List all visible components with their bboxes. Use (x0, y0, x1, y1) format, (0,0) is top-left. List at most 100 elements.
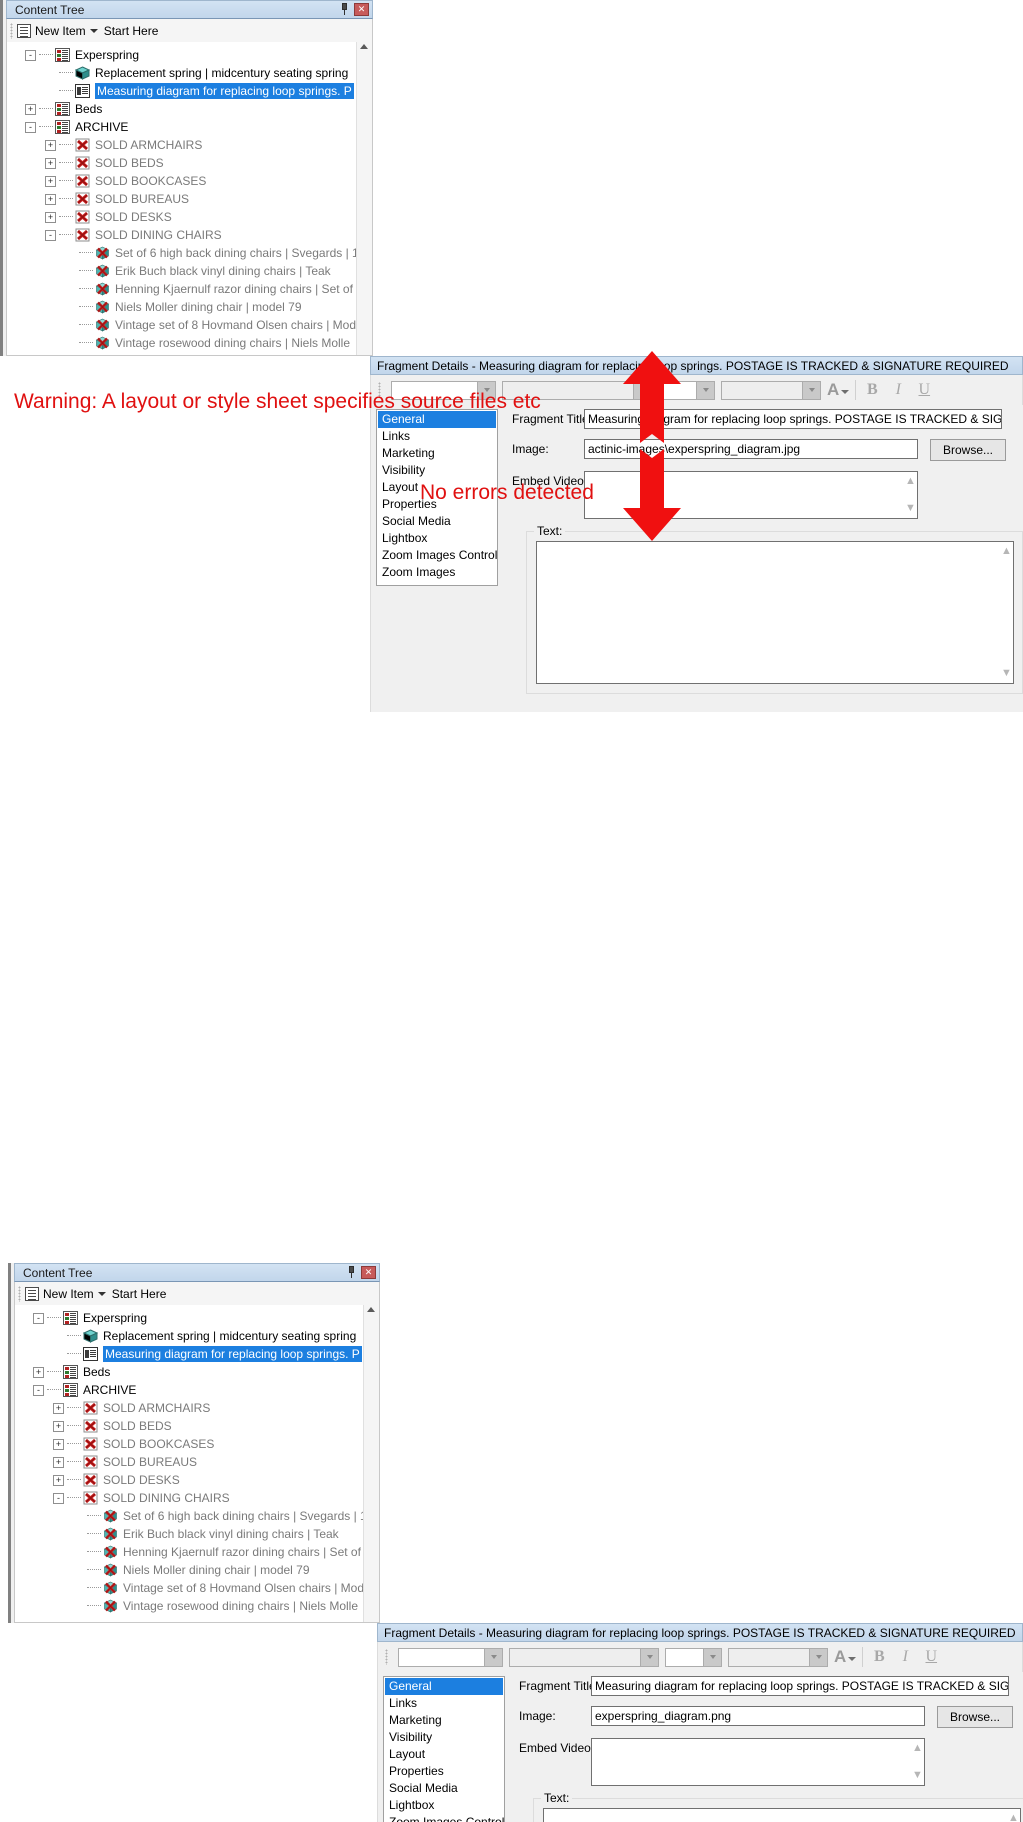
expand-toggle-icon[interactable]: + (45, 175, 56, 187)
nav-item-lightbox[interactable]: Lightbox (385, 1797, 503, 1814)
expand-toggle-icon[interactable]: + (53, 1402, 64, 1414)
scroll-down-icon[interactable]: ▼ (905, 503, 916, 514)
expand-toggle-icon[interactable]: + (45, 193, 56, 205)
bold-button[interactable]: B (869, 1646, 889, 1668)
expand-toggle-icon[interactable]: + (45, 211, 56, 223)
extra-combo[interactable] (721, 380, 821, 400)
tree-node[interactable]: + Beds (7, 100, 372, 118)
tree-node[interactable]: Measuring diagram for replacing loop spr… (7, 82, 372, 100)
scroll-up-icon[interactable] (367, 1307, 375, 1312)
image-input[interactable]: experspring_diagram.png (591, 1706, 925, 1726)
nav-item-visibility[interactable]: Visibility (378, 462, 496, 479)
tree-node[interactable]: Measuring diagram for replacing loop spr… (15, 1345, 379, 1363)
tree-node[interactable]: Vintage rosewood dining chairs | Niels M… (7, 334, 372, 352)
chevron-down-icon[interactable] (809, 1648, 827, 1666)
text-textarea[interactable]: ▲ ▼ (543, 1808, 1021, 1822)
tree-node[interactable]: Henning Kjaernulf razor dining chairs | … (7, 280, 372, 298)
tree-node[interactable]: + SOLD BEDS (15, 1417, 379, 1435)
toolbar-grip[interactable] (10, 22, 13, 39)
tree-node[interactable]: + SOLD ARMCHAIRS (7, 136, 372, 154)
tree-node[interactable]: Niels Moller dining chair | model 79 (7, 298, 372, 316)
tree-node[interactable]: - Experspring (15, 1309, 379, 1327)
chevron-down-icon[interactable] (89, 28, 98, 33)
tree-node[interactable]: - ARCHIVE (15, 1381, 379, 1399)
expand-toggle-icon[interactable]: + (53, 1474, 64, 1486)
tree-node[interactable]: Erik Buch black vinyl dining chairs | Te… (7, 262, 372, 280)
paragraph-style-combo[interactable] (398, 1647, 503, 1667)
tree-node[interactable]: + SOLD BOOKCASES (15, 1435, 379, 1453)
expand-toggle-icon[interactable]: + (53, 1420, 64, 1432)
nav-item-marketing[interactable]: Marketing (378, 445, 496, 462)
scroll-down-icon[interactable]: ▼ (1001, 668, 1012, 679)
chevron-down-icon[interactable] (802, 381, 820, 399)
italic-button[interactable]: I (895, 1646, 915, 1668)
font-color-button[interactable]: A (827, 379, 850, 401)
nav-item-marketing[interactable]: Marketing (385, 1712, 503, 1729)
tree-node[interactable]: Vintage set of 8 Hovmand Olsen chairs | … (15, 1579, 379, 1597)
embed-video-scrollbar[interactable]: ▲ ▼ (901, 472, 917, 518)
close-icon[interactable]: ✕ (361, 1266, 376, 1279)
tree-node[interactable]: Set of 6 high back dining chairs | Svega… (7, 244, 372, 262)
toolbar-grip[interactable] (385, 1649, 388, 1665)
collapse-toggle-icon[interactable]: - (25, 121, 36, 133)
embed-video-textarea[interactable]: ▲ ▼ (591, 1738, 925, 1786)
expand-toggle-icon[interactable]: + (33, 1366, 44, 1378)
tree-node[interactable]: - ARCHIVE (7, 118, 372, 136)
settings-nav-list[interactable]: General Links Marketing Visibility Layout Pro… (383, 1676, 505, 1822)
nav-item-zoom-images[interactable]: Zoom Images (378, 564, 496, 581)
extra-combo[interactable] (728, 1647, 828, 1667)
nav-item-general[interactable]: General (385, 1678, 503, 1695)
scroll-down-icon[interactable]: ▼ (912, 1770, 923, 1781)
tree-node[interactable]: + SOLD DESKS (7, 208, 372, 226)
text-textarea[interactable]: ▲ ▼ (536, 541, 1014, 684)
new-item-button[interactable]: New Item (35, 24, 86, 38)
tree-node[interactable]: + SOLD ARMCHAIRS (15, 1399, 379, 1417)
chevron-down-icon[interactable] (640, 1648, 658, 1666)
tree-node[interactable]: Replacement spring | midcentury seating … (15, 1327, 379, 1345)
scroll-up-icon[interactable]: ▲ (1008, 1813, 1019, 1822)
nav-item-links[interactable]: Links (385, 1695, 503, 1712)
browse-button[interactable]: Browse... (937, 1706, 1013, 1728)
tree-node[interactable]: Henning Kjaernulf razor dining chairs | … (15, 1543, 379, 1561)
tree-node[interactable]: - SOLD DINING CHAIRS (7, 226, 372, 244)
collapse-toggle-icon[interactable]: - (45, 229, 56, 241)
tree-node[interactable]: Erik Buch black vinyl dining chairs | Te… (15, 1525, 379, 1543)
tree-node[interactable]: Set of 6 high back dining chairs | Svega… (15, 1507, 379, 1525)
expand-toggle-icon[interactable]: + (53, 1438, 64, 1450)
new-item-button[interactable]: New Item (43, 1287, 94, 1301)
chevron-down-icon[interactable] (696, 381, 714, 399)
italic-button[interactable]: I (888, 379, 908, 401)
expand-toggle-icon[interactable]: + (45, 139, 56, 151)
collapse-toggle-icon[interactable]: - (33, 1384, 44, 1396)
nav-item-lightbox[interactable]: Lightbox (378, 530, 496, 547)
underline-button[interactable]: U (921, 1646, 941, 1668)
embed-video-scrollbar[interactable]: ▲ ▼ (908, 1739, 924, 1785)
tree-node[interactable]: + SOLD BUREAUS (15, 1453, 379, 1471)
nav-item-layout[interactable]: Layout (385, 1746, 503, 1763)
chevron-down-icon[interactable] (848, 1656, 857, 1661)
tree-scrollbar[interactable] (356, 42, 372, 355)
tree-node[interactable]: Niels Moller dining chair | model 79 (15, 1561, 379, 1579)
chevron-down-icon[interactable] (97, 1291, 106, 1296)
font-family-combo[interactable] (509, 1647, 659, 1667)
collapse-toggle-icon[interactable]: - (33, 1312, 44, 1324)
fragment-title-input[interactable]: Measuring diagram for replacing loop spr… (591, 1676, 1009, 1696)
tree-node[interactable]: Vintage set of 8 Hovmand Olsen chairs | … (7, 316, 372, 334)
scroll-up-icon[interactable]: ▲ (1001, 546, 1012, 557)
scroll-up-icon[interactable]: ▲ (912, 1743, 923, 1754)
pin-icon[interactable] (339, 3, 350, 16)
expand-toggle-icon[interactable]: + (45, 157, 56, 169)
font-size-combo[interactable] (665, 1647, 722, 1667)
chevron-down-icon[interactable] (841, 389, 850, 394)
tree-node[interactable]: + SOLD DESKS (15, 1471, 379, 1489)
nav-item-links[interactable]: Links (378, 428, 496, 445)
tree-node[interactable]: Replacement spring | midcentury seating … (7, 64, 372, 82)
text-scrollbar[interactable]: ▲ ▼ (1004, 1809, 1020, 1822)
tree-node[interactable]: + SOLD BOOKCASES (7, 172, 372, 190)
bold-button[interactable]: B (862, 379, 882, 401)
tree-scrollbar[interactable] (363, 1305, 379, 1622)
scroll-up-icon[interactable]: ▲ (905, 476, 916, 487)
start-here-button[interactable]: Start Here (104, 24, 159, 38)
tree-node[interactable]: + SOLD BEDS (7, 154, 372, 172)
nav-item-visibility[interactable]: Visibility (385, 1729, 503, 1746)
